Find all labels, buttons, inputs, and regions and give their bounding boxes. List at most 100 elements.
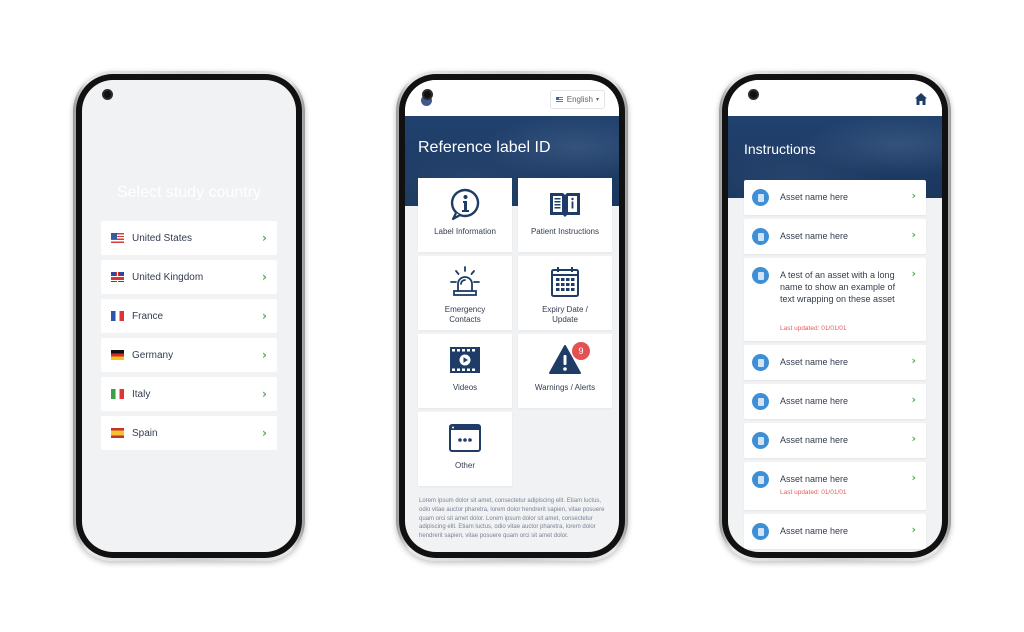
chevron-right-icon: › <box>262 231 267 245</box>
phone-home: English ▾ Reference label ID Label Infor… <box>396 71 628 561</box>
country-select-screen: Select study country United States › Uni… <box>82 80 296 552</box>
phone-instructions: Instructions Asset name here › Asset nam… <box>719 71 951 561</box>
country-item-spain[interactable]: Spain › <box>101 416 277 450</box>
tile-patient-instructions[interactable]: Patient Instructions <box>518 178 612 252</box>
language-label: English <box>566 94 593 104</box>
phone-bezel: Select study country United States › Uni… <box>76 74 302 558</box>
chevron-right-icon: › <box>911 523 916 536</box>
top-bar <box>728 80 942 116</box>
country-label: Germany <box>132 349 174 361</box>
tile-label: Emergency Contacts <box>444 305 486 324</box>
document-icon <box>752 432 769 449</box>
asset-name: Asset name here <box>780 396 849 406</box>
phone-bezel: Instructions Asset name here › Asset nam… <box>722 74 948 558</box>
page-title: Reference label ID <box>418 139 551 156</box>
tile-emergency-contacts[interactable]: Emergency Contacts <box>418 256 512 330</box>
document-icon <box>752 393 769 410</box>
country-item-germany[interactable]: Germany › <box>101 338 277 372</box>
tile-label: Label Information <box>434 227 496 236</box>
page-title: Instructions <box>744 141 816 157</box>
country-label: Italy <box>132 388 151 400</box>
camera-icon <box>748 89 759 100</box>
us-flag-icon <box>111 233 124 243</box>
asset-name: Asset name here <box>780 357 849 367</box>
last-updated: Last updated: 01/01/01 <box>780 489 847 496</box>
country-item-france[interactable]: France › <box>101 299 277 333</box>
asset-item[interactable]: Asset name here › <box>744 219 926 254</box>
video-icon <box>450 347 480 373</box>
germany-flag-icon <box>111 350 124 360</box>
asset-item[interactable]: Asset name here › <box>744 180 926 215</box>
document-icon <box>752 189 769 206</box>
document-icon <box>752 523 769 540</box>
document-icon <box>752 471 769 488</box>
chevron-right-icon: › <box>911 189 916 202</box>
country-label: Spain <box>132 427 158 439</box>
asset-item[interactable]: Asset name here › <box>744 514 926 549</box>
instructions-screen: Instructions Asset name here › Asset nam… <box>728 80 942 552</box>
chevron-right-icon: › <box>911 432 916 445</box>
country-item-united-kingdom[interactable]: United Kingdom › <box>101 260 277 294</box>
asset-name: Asset name here <box>780 474 849 484</box>
tile-label: Expiry Date / Update <box>542 305 588 324</box>
spain-flag-icon <box>111 428 124 438</box>
asset-item[interactable]: Asset name here › <box>744 345 926 380</box>
country-item-united-states[interactable]: United States › <box>101 221 277 255</box>
caret-down-icon: ▾ <box>595 96 599 103</box>
asset-name: Asset name here <box>780 435 849 445</box>
chevron-right-icon: › <box>911 393 916 406</box>
book-icon <box>550 193 580 217</box>
tile-label: Patient Instructions <box>530 227 600 236</box>
chevron-right-icon: › <box>911 471 916 484</box>
home-screen: English ▾ Reference label ID Label Infor… <box>405 80 619 552</box>
tile-expiry-date[interactable]: Expiry Date / Update <box>518 256 612 330</box>
asset-item[interactable]: Asset name here Last updated: 01/01/01 › <box>744 462 926 510</box>
language-selector[interactable]: English ▾ <box>549 89 605 109</box>
tile-label: Videos <box>452 383 478 392</box>
window-dots-icon <box>449 424 481 452</box>
info-bubble-icon <box>450 188 480 221</box>
chevron-right-icon: › <box>262 387 267 401</box>
notification-badge: 9 <box>572 342 590 360</box>
italy-flag-icon <box>111 389 124 399</box>
top-bar: English ▾ <box>405 80 619 116</box>
document-icon <box>752 354 769 371</box>
page-title: Select study country <box>116 184 262 201</box>
asset-name: Asset name here <box>780 192 849 202</box>
france-flag-icon <box>111 311 124 321</box>
country-list: United States › United Kingdom › France … <box>101 221 277 455</box>
menu-grid: Label Information Patient Instructions E… <box>418 178 612 486</box>
country-label: France <box>132 310 164 322</box>
us-flag-icon <box>555 96 563 102</box>
asset-item[interactable]: Asset name here › <box>744 423 926 458</box>
last-updated: Last updated: 01/01/01 <box>780 325 847 332</box>
chevron-right-icon: › <box>262 270 267 284</box>
document-icon <box>752 267 769 284</box>
country-label: United States <box>132 232 193 244</box>
chevron-right-icon: › <box>911 354 916 367</box>
chevron-right-icon: › <box>262 426 267 440</box>
chevron-right-icon: › <box>911 267 916 280</box>
asset-name: Asset name here <box>780 526 849 536</box>
asset-item[interactable]: Asset name here › <box>744 384 926 419</box>
camera-icon <box>422 89 433 100</box>
chevron-right-icon: › <box>911 228 916 241</box>
footer-text: Lorem ipsum dolor sit amet, consectetur … <box>419 498 605 540</box>
chevron-right-icon: › <box>262 309 267 323</box>
camera-icon <box>102 89 113 100</box>
tile-label: Other <box>454 461 475 470</box>
country-item-italy[interactable]: Italy › <box>101 377 277 411</box>
uk-flag-icon <box>111 272 124 282</box>
asset-item[interactable]: A test of an asset with a long name to s… <box>744 258 926 341</box>
tile-warnings-alerts[interactable]: 9 Warnings / Alerts <box>518 334 612 408</box>
phone-bezel: English ▾ Reference label ID Label Infor… <box>399 74 625 558</box>
tile-videos[interactable]: Videos <box>418 334 512 408</box>
chevron-right-icon: › <box>262 348 267 362</box>
asset-list: Asset name here › Asset name here › A te… <box>744 180 926 552</box>
country-label: United Kingdom <box>132 271 204 283</box>
tile-label-information[interactable]: Label Information <box>418 178 512 252</box>
calendar-icon <box>551 267 579 297</box>
home-icon[interactable] <box>914 92 928 106</box>
document-icon <box>752 228 769 245</box>
tile-other[interactable]: Other <box>418 412 512 486</box>
